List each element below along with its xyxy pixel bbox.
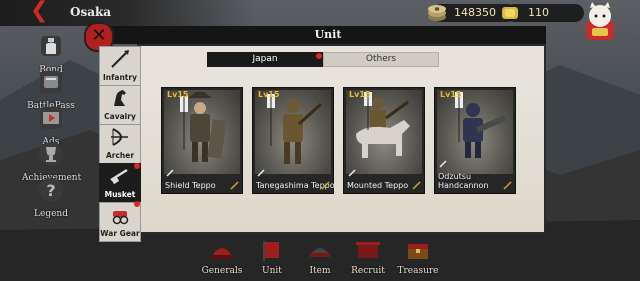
- category-musket[interactable]: Musket: [99, 163, 141, 203]
- bottom-nav-label: Item: [309, 266, 331, 276]
- unit-level: Lv15: [349, 90, 371, 99]
- bottom-nav: Generals Unit Item Recruit Treasure: [190, 238, 450, 281]
- category-label: Musket: [104, 190, 136, 199]
- unit-level: Lv15: [258, 90, 280, 99]
- sake-bottle-icon: [41, 36, 61, 56]
- spear-icon: [111, 50, 129, 68]
- unit-portrait: [164, 90, 240, 174]
- notification-dot: [134, 163, 140, 169]
- category-label: Infantry: [103, 73, 137, 82]
- shield-teppo-art: [180, 92, 227, 162]
- tab-japan[interactable]: Japan: [207, 52, 323, 67]
- left-menu-label: Legend: [34, 209, 68, 219]
- gold-ingot-icon: [502, 7, 518, 19]
- horse-icon: [114, 90, 126, 106]
- gold-counter: 110: [502, 4, 584, 22]
- bottom-nav-label: Treasure: [397, 266, 439, 276]
- left-menu-legend[interactable]: ? Legend: [22, 176, 80, 219]
- bottom-nav-label: Recruit: [351, 266, 385, 276]
- sword-icon: [348, 169, 356, 177]
- notification-dot: [316, 53, 322, 59]
- back-arrow-icon[interactable]: ❮: [30, 0, 52, 22]
- unit-level: Lv15: [167, 90, 189, 99]
- tab-others[interactable]: Others: [323, 52, 439, 67]
- generals-helmet-icon: [211, 248, 233, 259]
- unit-card[interactable]: Lv15 Odzutsu Handcannon: [434, 87, 516, 194]
- category-war-gear[interactable]: War Gear: [99, 202, 141, 242]
- category-label: Cavalry: [104, 112, 136, 121]
- unit-card[interactable]: Lv15 Tanegashima Teppo: [252, 87, 335, 194]
- question-icon: ?: [39, 178, 63, 202]
- recruit-gate-icon: [356, 242, 380, 258]
- unit-portrait: [346, 90, 422, 174]
- category-infantry[interactable]: Infantry: [99, 46, 141, 86]
- trophy-icon: [39, 142, 63, 166]
- unit-card[interactable]: Lv15 Mounted Teppo: [343, 87, 425, 194]
- musket-icon: [110, 168, 128, 185]
- mounted-teppo-art: [356, 92, 410, 158]
- unit-name: Mounted Teppo: [347, 181, 409, 190]
- unit-name: Shield Teppo: [165, 181, 216, 190]
- bottom-nav-label: Generals: [201, 266, 243, 276]
- coin-amount: 148350: [454, 6, 496, 19]
- city-name: Osaka: [70, 5, 112, 19]
- musket-type-icon: [503, 181, 512, 190]
- unit-name-text: Odzutsu Handcannon: [438, 172, 489, 190]
- treasure-chest-icon: [408, 244, 428, 259]
- unit-portrait: [437, 90, 513, 174]
- category-label: War Gear: [100, 229, 140, 238]
- coins-icon: [428, 5, 446, 21]
- unit-level: Lv15: [440, 90, 462, 99]
- bottom-nav-label: Unit: [262, 266, 282, 276]
- video-ad-icon: [40, 107, 62, 129]
- item-helmet-icon: [310, 248, 330, 257]
- category-cavalry[interactable]: Cavalry: [99, 85, 141, 125]
- bottom-nav-item[interactable]: Item: [296, 238, 344, 276]
- sword-icon: [257, 169, 265, 177]
- bottom-nav-treasure[interactable]: Treasure: [394, 238, 442, 276]
- bottom-nav-generals[interactable]: Generals: [198, 238, 246, 276]
- tanegashima-teppo-art: [267, 94, 323, 164]
- battlepass-icon: [40, 71, 62, 93]
- category-label: Archer: [105, 151, 135, 160]
- cannon-icon: [112, 211, 129, 225]
- unit-portrait: [255, 90, 331, 174]
- musket-type-icon: [321, 181, 330, 190]
- gold-amount: 110: [528, 6, 549, 19]
- musket-type-icon: [230, 181, 239, 190]
- unit-card[interactable]: Lv15 Shield Teppo: [161, 87, 243, 194]
- bottom-nav-unit[interactable]: Unit: [248, 238, 296, 276]
- unit-banner-icon: [263, 241, 279, 261]
- musket-type-icon: [412, 181, 421, 190]
- lucky-cat-icon[interactable]: [578, 2, 622, 42]
- category-archer[interactable]: Archer: [99, 124, 141, 164]
- svg-text:?: ?: [46, 181, 55, 200]
- panel-title-bar: Unit: [110, 26, 546, 44]
- panel-title: Unit: [314, 28, 342, 41]
- bottom-nav-recruit[interactable]: Recruit: [344, 238, 392, 276]
- odzutsu-handcannon-art: [455, 92, 507, 158]
- sword-icon: [439, 160, 447, 168]
- unit-name: Odzutsu Handcannon: [438, 172, 508, 190]
- sword-icon: [166, 169, 174, 177]
- bow-icon: [111, 128, 128, 146]
- notification-dot: [134, 201, 140, 207]
